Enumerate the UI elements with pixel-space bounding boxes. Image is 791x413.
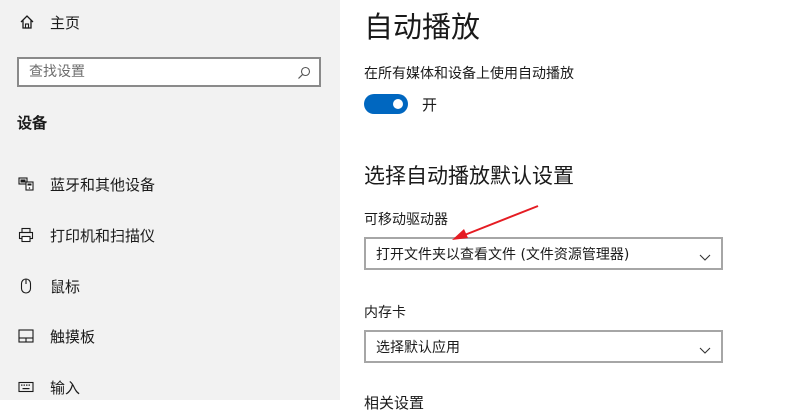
defaults-heading: 选择自动播放默认设置 [364,164,574,188]
sidebar-item-label: 触摸板 [50,327,96,346]
autoplay-toggle-row[interactable]: 开 [364,93,437,115]
sidebar-item-label: 打印机和扫描仪 [50,226,156,245]
sidebar-item-label: 鼠标 [50,277,81,296]
printer-icon [17,226,35,244]
search-icon[interactable] [297,65,311,79]
settings-search-box[interactable] [17,57,321,87]
sidebar-item-label: 蓝牙和其他设备 [50,175,156,194]
memory-card-dropdown[interactable]: 选择默认应用 [364,330,723,363]
sidebar-item-bluetooth[interactable]: 蓝牙和其他设备 [17,169,155,199]
keyboard-icon [17,378,35,396]
autoplay-setting-label: 在所有媒体和设备上使用自动播放 [364,66,574,82]
settings-sidebar: 主页 设备 蓝牙和其他设备 打印机和扫描仪 鼠标 触摸板 [0,0,340,400]
touchpad-icon [17,327,35,345]
bluetooth-devices-icon [17,175,35,193]
chevron-down-icon [699,248,711,261]
sidebar-item-mouse[interactable]: 鼠标 [17,271,80,301]
home-icon [18,13,36,31]
related-settings-heading: 相关设置 [364,394,425,412]
memory-card-label: 内存卡 [364,305,406,321]
nav-home-label: 主页 [50,13,81,32]
nav-home[interactable]: 主页 [18,9,80,35]
memory-card-selected-value: 选择默认应用 [376,339,460,356]
sidebar-item-label: 输入 [50,378,81,397]
removable-drive-selected-value: 打开文件夹以查看文件 (文件资源管理器) [376,246,630,263]
removable-drive-label: 可移动驱动器 [364,212,448,228]
sidebar-section-title: 设备 [17,114,48,132]
sidebar-item-touchpad[interactable]: 触摸板 [17,321,95,351]
toggle-state-label: 开 [422,95,438,114]
toggle-knob [393,99,403,109]
sidebar-item-typing[interactable]: 输入 [17,372,80,402]
search-input[interactable] [19,63,291,81]
chevron-down-icon [699,341,711,354]
mouse-icon [17,277,35,295]
removable-drive-dropdown[interactable]: 打开文件夹以查看文件 (文件资源管理器) [364,237,723,270]
sidebar-item-printers[interactable]: 打印机和扫描仪 [17,220,155,250]
page-title: 自动播放 [364,10,481,44]
autoplay-settings-page: 自动播放 在所有媒体和设备上使用自动播放 开 选择自动播放默认设置 可移动驱动器… [340,0,791,412]
autoplay-toggle-switch[interactable] [364,94,408,114]
